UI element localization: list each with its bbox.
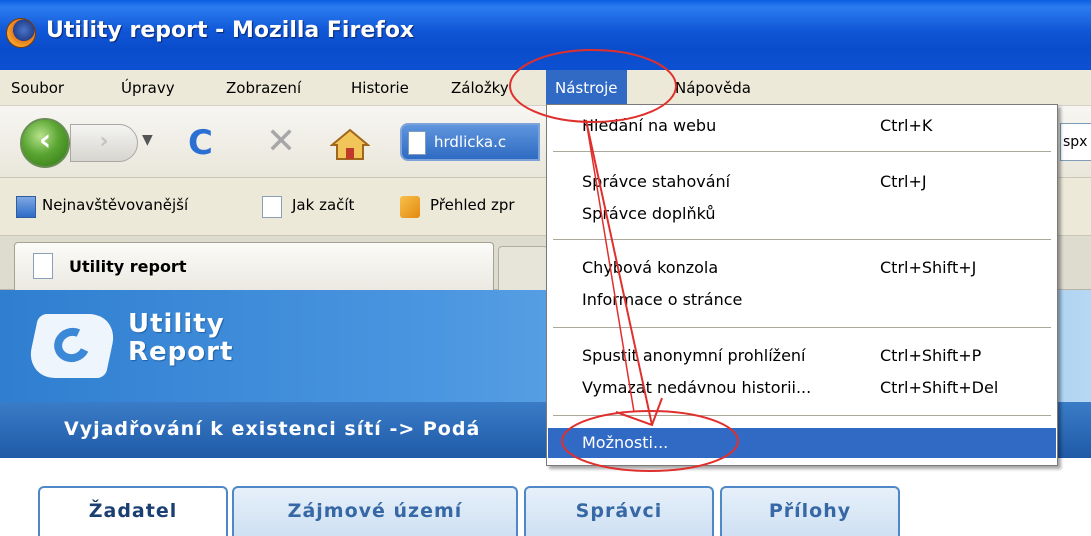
logo-line1: Utility [128, 309, 225, 339]
menu-separator [553, 151, 1051, 152]
back-button[interactable]: ‹ [20, 118, 70, 168]
page-icon [408, 131, 426, 155]
history-dropdown-icon[interactable]: ▼ [142, 132, 153, 148]
menu-historie[interactable]: Historie [342, 70, 418, 106]
url-bar[interactable]: hrdlicka.c [400, 123, 540, 161]
back-icon: ‹ [38, 123, 52, 158]
menu-item-private-browsing[interactable]: Spustit anonymní prohlížení Ctrl+Shift+P [548, 341, 1056, 371]
browser-tab-active[interactable]: Utility report [14, 242, 494, 290]
url-bar-right-part[interactable]: spx [1060, 123, 1091, 161]
folder-icon [16, 196, 36, 218]
title-bar: Utility report - Mozilla Firefox [0, 0, 1091, 70]
bookmark-getting-started[interactable]: Jak začít [292, 196, 354, 214]
menu-item-web-search[interactable]: Hledání na webu Ctrl+K [548, 111, 1056, 141]
menu-zalozky[interactable]: Záložky [442, 70, 518, 106]
site-logo-text: Utility Report [128, 310, 233, 366]
menu-bar: Soubor Úpravy Zobrazení Historie Záložky… [0, 70, 1091, 106]
menu-separator [553, 327, 1051, 328]
tools-menu: Hledání na webu Ctrl+K Správce stahování… [546, 104, 1058, 466]
menu-napoveda[interactable]: Nápověda [666, 70, 760, 106]
menu-upravy[interactable]: Úpravy [112, 70, 184, 106]
page-icon [262, 196, 282, 218]
bookmark-most-visited[interactable]: Nejnavštěvovanější [42, 196, 188, 214]
menu-item-addons[interactable]: Správce doplňků [548, 199, 1056, 229]
page-icon [33, 253, 53, 279]
tab-zajmove-uzemi[interactable]: Zájmové území [232, 486, 518, 536]
reload-icon[interactable]: C [188, 126, 213, 160]
logo-line2: Report [128, 337, 234, 367]
url-text: hrdlicka.c [434, 133, 507, 151]
menu-item-page-info[interactable]: Informace o stránce [548, 285, 1056, 315]
breadcrumb: Vyjadřování k existenci sítí -> Podá [64, 418, 481, 440]
tab-zadatel[interactable]: Žadatel [38, 486, 228, 536]
menu-item-downloads[interactable]: Správce stahování Ctrl+J [548, 167, 1056, 197]
menu-separator [553, 415, 1051, 416]
forward-button[interactable]: › [70, 124, 138, 162]
menu-item-clear-history[interactable]: Vymazat nedávnou historii... Ctrl+Shift+… [548, 373, 1056, 403]
tab-prilohy[interactable]: Přílohy [720, 486, 900, 536]
forward-icon: › [99, 129, 109, 154]
firefox-logo-icon [6, 18, 36, 48]
bookmark-news[interactable]: Přehled zpr [430, 196, 515, 214]
menu-separator [553, 239, 1051, 240]
rss-icon [400, 196, 420, 218]
menu-nastroje[interactable]: Nástroje [546, 70, 627, 106]
stop-icon[interactable]: ✕ [266, 124, 296, 160]
window-title: Utility report - Mozilla Firefox [46, 18, 415, 43]
new-tab-button[interactable] [498, 246, 548, 290]
tab-label: Utility report [69, 257, 187, 276]
menu-zobrazeni[interactable]: Zobrazení [217, 70, 310, 106]
menu-item-options[interactable]: Možnosti... [548, 428, 1056, 458]
menu-soubor[interactable]: Soubor [2, 70, 73, 106]
menu-item-error-console[interactable]: Chybová konzola Ctrl+Shift+J [548, 253, 1056, 283]
home-icon[interactable] [330, 126, 370, 162]
tab-spravci[interactable]: Správci [524, 486, 714, 536]
